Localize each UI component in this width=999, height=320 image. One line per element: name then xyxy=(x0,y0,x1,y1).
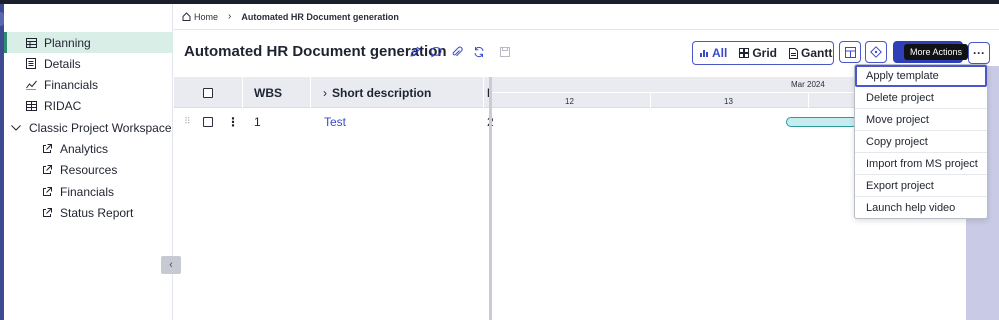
column-header-wbs[interactable]: WBS xyxy=(254,77,282,108)
breadcrumb-home[interactable]: Home xyxy=(194,12,218,22)
breadcrumb: Home › Automated HR Document generation xyxy=(174,4,999,30)
menu-item-copy-project[interactable]: Copy project xyxy=(855,131,987,153)
chevron-right-icon: › xyxy=(228,11,232,22)
more-actions-menu: Apply template Delete project Move proje… xyxy=(854,64,988,219)
document-icon xyxy=(789,47,799,59)
diamond-icon xyxy=(870,46,882,58)
menu-item-apply-template[interactable]: Apply template xyxy=(855,65,987,87)
drag-handle-icon[interactable]: ⠿ xyxy=(184,109,191,134)
gantt-day-label: 13 xyxy=(724,97,733,106)
milestone-button[interactable] xyxy=(865,41,887,63)
sidebar-item-financials[interactable]: Financials xyxy=(4,74,173,95)
column-header-description[interactable]: › Short description xyxy=(323,77,431,108)
sidebar-link-resources[interactable]: Resources xyxy=(4,159,173,180)
chart-icon xyxy=(25,79,37,91)
comment-icon[interactable] xyxy=(429,45,443,59)
sidebar-collapse-button[interactable]: ‹ xyxy=(161,256,181,274)
pane-splitter[interactable] xyxy=(489,77,492,320)
sidebar: Planning Details Financials RIDAC Classi… xyxy=(4,4,173,320)
external-link-icon xyxy=(41,186,53,198)
details-icon xyxy=(25,58,37,70)
view-grid-label: Grid xyxy=(752,46,778,60)
view-switcher: All Grid Gantt xyxy=(692,41,834,65)
view-all-label: All xyxy=(712,46,728,60)
sidebar-item-details[interactable]: Details xyxy=(4,53,173,74)
row-menu-icon[interactable]: ⋮ xyxy=(227,109,239,134)
sidebar-link-label: Status Report xyxy=(60,205,134,220)
menu-item-import-ms-project[interactable]: Import from MS project xyxy=(855,153,987,175)
sidebar-link-label: Analytics xyxy=(60,141,109,156)
select-all-checkbox[interactable] xyxy=(203,77,213,108)
bar-chart-icon xyxy=(700,50,708,57)
grid-header: WBS › Short description I xyxy=(174,77,490,108)
grid-view-icon xyxy=(739,48,750,58)
gantt-month-label: Mar 2024 xyxy=(791,80,825,89)
view-gantt-button[interactable]: Gantt xyxy=(783,46,838,60)
sidebar-item-label: Planning xyxy=(44,35,91,50)
sidebar-item-label: Details xyxy=(44,56,81,71)
cell-description-link[interactable]: Test xyxy=(324,109,346,134)
attachment-icon[interactable] xyxy=(450,45,464,59)
sidebar-link-analytics[interactable]: Analytics xyxy=(4,138,173,159)
external-link-icon xyxy=(41,143,53,155)
sidebar-link-status-report[interactable]: Status Report xyxy=(4,202,173,223)
table-icon xyxy=(25,37,37,49)
chevron-down-icon xyxy=(10,122,22,134)
sidebar-item-ridac[interactable]: RIDAC xyxy=(4,95,173,116)
grid-icon xyxy=(25,100,37,112)
menu-item-move-project[interactable]: Move project xyxy=(855,109,987,131)
layout-icon xyxy=(844,46,856,58)
layout-button[interactable] xyxy=(839,41,861,63)
more-actions-button[interactable]: ··· xyxy=(968,42,990,64)
chevron-right-icon: › xyxy=(323,85,327,100)
sidebar-link-financials[interactable]: Financials xyxy=(4,181,173,202)
external-link-icon xyxy=(41,207,53,219)
home-icon xyxy=(182,12,191,21)
edit-icon[interactable] xyxy=(408,45,422,59)
save-icon xyxy=(498,45,512,59)
sidebar-item-label: RIDAC xyxy=(44,98,82,113)
menu-item-export-project[interactable]: Export project xyxy=(855,175,987,197)
cell-wbs: 1 xyxy=(254,114,261,129)
gantt-day-label: 12 xyxy=(565,97,574,106)
menu-item-launch-help-video[interactable]: Launch help video xyxy=(855,197,987,219)
row-checkbox[interactable] xyxy=(203,109,213,134)
sidebar-item-planning[interactable]: Planning xyxy=(4,32,173,53)
external-link-icon xyxy=(41,164,53,176)
sidebar-group-label: Classic Project Workspace xyxy=(29,120,172,135)
gantt-task-bar[interactable] xyxy=(786,117,858,127)
table-row[interactable]: ⠿ ⋮ 1 Test 2 xyxy=(174,109,494,134)
sidebar-link-label: Financials xyxy=(60,184,115,199)
menu-item-delete-project[interactable]: Delete project xyxy=(855,87,987,109)
view-grid-button[interactable]: Grid xyxy=(733,46,783,60)
view-gantt-label: Gantt xyxy=(801,46,833,60)
refresh-icon[interactable] xyxy=(472,45,486,59)
view-all-button[interactable]: All xyxy=(693,46,733,60)
breadcrumb-current: Automated HR Document generation xyxy=(241,11,399,22)
sidebar-link-label: Resources xyxy=(60,162,118,177)
more-actions-tooltip: More Actions xyxy=(904,44,969,60)
sidebar-item-label: Financials xyxy=(44,77,99,92)
sidebar-group-classic-workspace[interactable]: Classic Project Workspace xyxy=(4,117,173,138)
